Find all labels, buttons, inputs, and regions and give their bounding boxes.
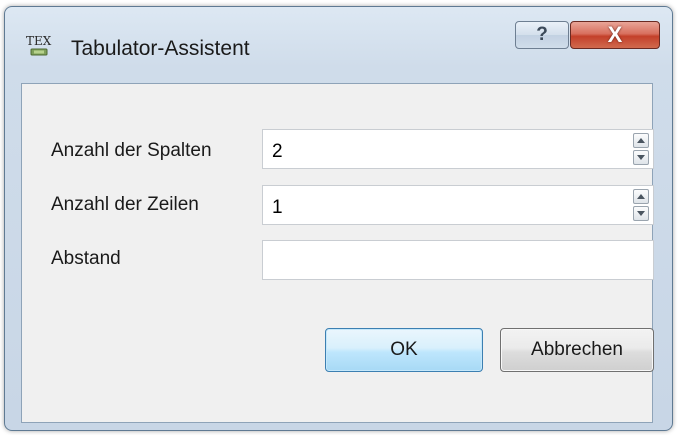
spacing-label: Abstand bbox=[51, 248, 121, 269]
close-button[interactable]: X bbox=[570, 21, 660, 49]
rows-label: Anzahl der Zeilen bbox=[51, 194, 199, 215]
spin-down-icon[interactable] bbox=[633, 206, 649, 221]
columns-spinbox[interactable]: 2 bbox=[262, 129, 654, 169]
spin-up-icon[interactable] bbox=[633, 133, 649, 148]
ok-button[interactable]: OK bbox=[325, 328, 483, 372]
title-bar[interactable]: TEX Tabulator-Assistent ? X bbox=[5, 7, 672, 83]
columns-label: Anzahl der Spalten bbox=[51, 140, 212, 161]
rows-spinbox[interactable]: 1 bbox=[262, 185, 654, 225]
cancel-button[interactable]: Abbrechen bbox=[500, 328, 654, 372]
dialog-content: Anzahl der Spalten 2 Anzahl der Zeilen 1 bbox=[21, 83, 654, 423]
dialog-window: TEX Tabulator-Assistent ? X Anzahl der S… bbox=[4, 6, 673, 431]
help-icon: ? bbox=[536, 24, 548, 45]
spin-up-icon[interactable] bbox=[633, 189, 649, 204]
help-button[interactable]: ? bbox=[515, 21, 569, 49]
svg-text:TEX: TEX bbox=[26, 34, 52, 48]
columns-value[interactable]: 2 bbox=[272, 141, 283, 163]
rows-spinner[interactable] bbox=[633, 189, 649, 221]
spacing-input[interactable] bbox=[262, 240, 654, 280]
spin-down-icon[interactable] bbox=[633, 150, 649, 165]
window-title: Tabulator-Assistent bbox=[71, 37, 250, 60]
close-icon: X bbox=[607, 22, 623, 47]
columns-spinner[interactable] bbox=[633, 133, 649, 165]
tex-icon: TEX bbox=[25, 31, 59, 59]
rows-value[interactable]: 1 bbox=[272, 197, 283, 219]
